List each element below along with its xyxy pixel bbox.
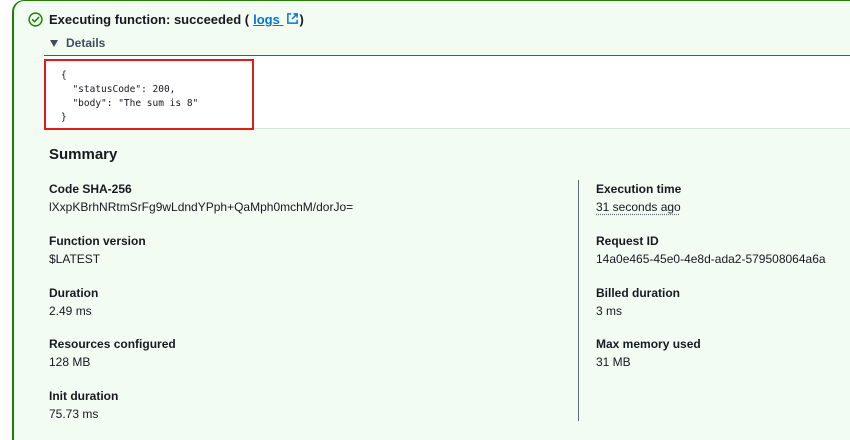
field-value: 2.49 ms [49,304,92,318]
field-label: Code SHA-256 [49,182,132,196]
status-text: Executing function: succeeded ( [49,12,250,27]
details-toggle[interactable]: Details [50,36,105,50]
field-label: Max memory used [596,337,701,351]
logs-link-label[interactable]: logs [253,12,280,27]
field-label: Function version [49,234,146,248]
execution-time-value[interactable]: 31 seconds ago [596,199,681,215]
summary-title: Summary [49,146,118,163]
request-id-field: Request ID 14a0e465-45e0-4e8d-ada2-57950… [596,233,826,267]
check-circle-icon [28,12,43,27]
field-value: 14a0e465-45e0-4e8d-ada2-579508064a6a [596,252,826,266]
field-label: Request ID [596,234,659,248]
duration-field: Duration 2.49 ms [49,285,98,319]
init-duration-field: Init duration 75.73 ms [49,388,118,422]
execution-time-field: Execution time 31 seconds ago [596,181,681,215]
field-value: 128 MB [49,355,91,369]
logs-link[interactable]: logs [253,12,299,27]
code-sha-field: Code SHA-256 lXxpKBrhNRtmSrFg9wLdndYPph+… [49,181,353,215]
field-label: Execution time [596,182,682,196]
external-link-icon[interactable] [286,12,299,25]
resources-configured-field: Resources configured 128 MB [49,336,176,370]
field-value: lXxpKBrhNRtmSrFg9wLdndYPph+QaMph0mchM/do… [49,200,354,214]
caret-down-icon[interactable] [50,39,58,47]
field-label: Init duration [49,389,119,403]
field-label: Billed duration [596,286,680,300]
billed-duration-field: Billed duration 3 ms [596,285,680,319]
column-divider [578,180,579,421]
field-value: 31 MB [596,355,631,369]
field-value: 75.73 ms [49,407,99,421]
function-version-field: Function version $LATEST [49,233,146,267]
field-label: Duration [49,286,99,300]
details-label[interactable]: Details [66,36,105,50]
field-value: $LATEST [49,252,101,266]
status-suffix: ) [299,12,304,27]
execution-status: Executing function: succeeded ( logs ) [28,12,304,27]
field-value: 3 ms [596,304,623,318]
field-label: Resources configured [49,337,176,351]
max-memory-field: Max memory used 31 MB [596,336,701,370]
highlight-box [44,59,254,130]
